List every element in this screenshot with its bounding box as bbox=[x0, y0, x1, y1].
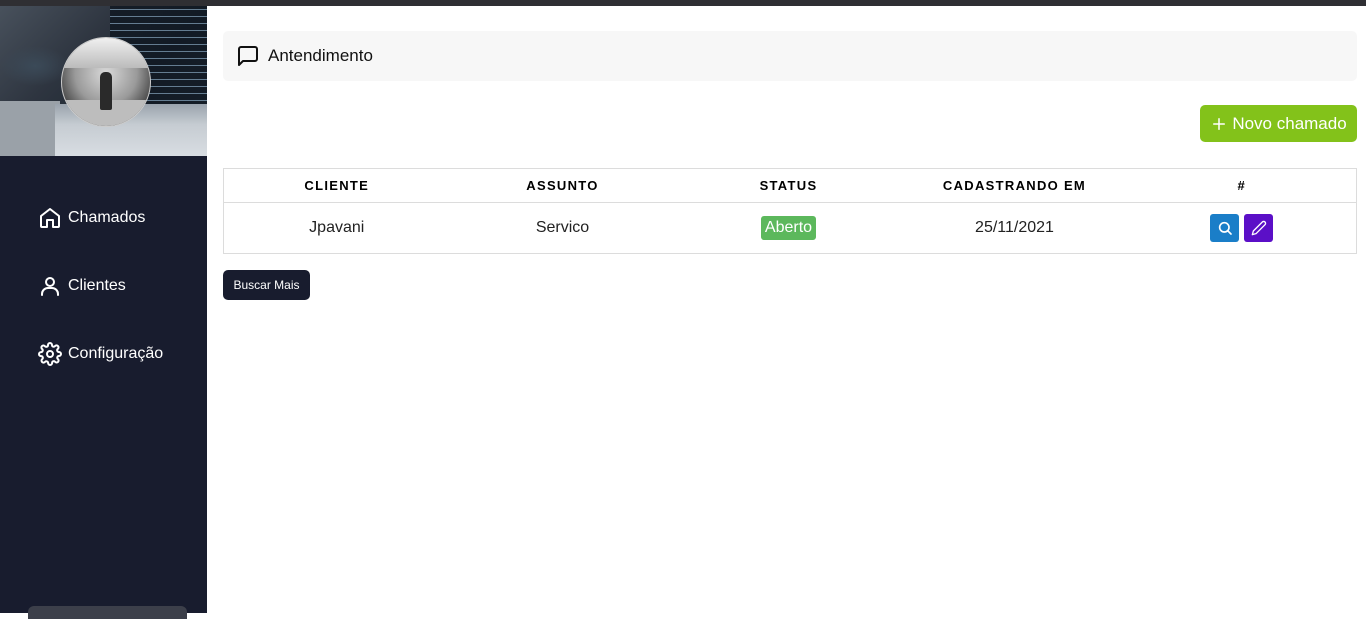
cell-status: Aberto bbox=[676, 203, 902, 254]
row-actions bbox=[1210, 214, 1274, 242]
gear-icon bbox=[38, 342, 62, 366]
new-ticket-button[interactable]: Novo chamado bbox=[1200, 105, 1357, 142]
column-header-status: STATUS bbox=[759, 178, 818, 193]
sidebar-item-configuracao[interactable]: Configuração bbox=[38, 342, 163, 366]
sidebar-item-chamados[interactable]: Chamados bbox=[38, 206, 145, 230]
page-title-bar: Antendimento bbox=[223, 31, 1357, 81]
home-icon bbox=[40, 208, 60, 228]
column-header-cliente: CLIENTE bbox=[304, 178, 370, 193]
status-badge: Aberto bbox=[760, 216, 817, 240]
message-square-icon bbox=[238, 46, 258, 66]
page-title: Antendimento bbox=[268, 46, 373, 65]
table-row: Jpavani Servico Aberto 25/11/2021 bbox=[223, 202, 1357, 254]
column-header-assunto: ASSUNTO bbox=[526, 178, 599, 193]
load-more-button[interactable]: Buscar Mais bbox=[223, 270, 310, 300]
sidebar: Chamados Clientes Configuração bbox=[0, 6, 207, 619]
cell-cliente: Jpavani bbox=[309, 219, 365, 236]
edit-button[interactable] bbox=[1244, 214, 1274, 242]
sidebar-item-label: Configuração bbox=[68, 345, 164, 362]
main-content: Antendimento Novo chamado CLIENTE ASSUNT… bbox=[207, 6, 1366, 613]
table-header: CLIENTE ASSUNTO STATUS CADASTRANDO EM # bbox=[224, 169, 1357, 203]
column-header-cadastrado: CADASTRANDO EM bbox=[942, 178, 1087, 193]
view-button[interactable] bbox=[1210, 214, 1240, 242]
sidebar-header-background bbox=[0, 6, 207, 156]
sidebar-item-clientes[interactable]: Clientes bbox=[38, 274, 126, 298]
cell-actions bbox=[1128, 203, 1357, 254]
column-header-actions: # bbox=[1237, 178, 1247, 193]
sidebar-item-label: Clientes bbox=[68, 277, 126, 294]
user-icon bbox=[41, 277, 59, 296]
new-ticket-label: Novo chamado bbox=[1232, 113, 1347, 133]
tickets-table: CLIENTE ASSUNTO STATUS CADASTRANDO EM # … bbox=[223, 168, 1357, 254]
cell-cadastrado: 25/11/2021 bbox=[975, 219, 1054, 236]
search-icon bbox=[1218, 221, 1232, 235]
plus-icon bbox=[1213, 117, 1226, 130]
sidebar-item-label: Chamados bbox=[68, 209, 146, 226]
cell-assunto: Servico bbox=[535, 219, 590, 236]
avatar[interactable] bbox=[61, 37, 151, 127]
pencil-icon bbox=[1251, 220, 1266, 236]
